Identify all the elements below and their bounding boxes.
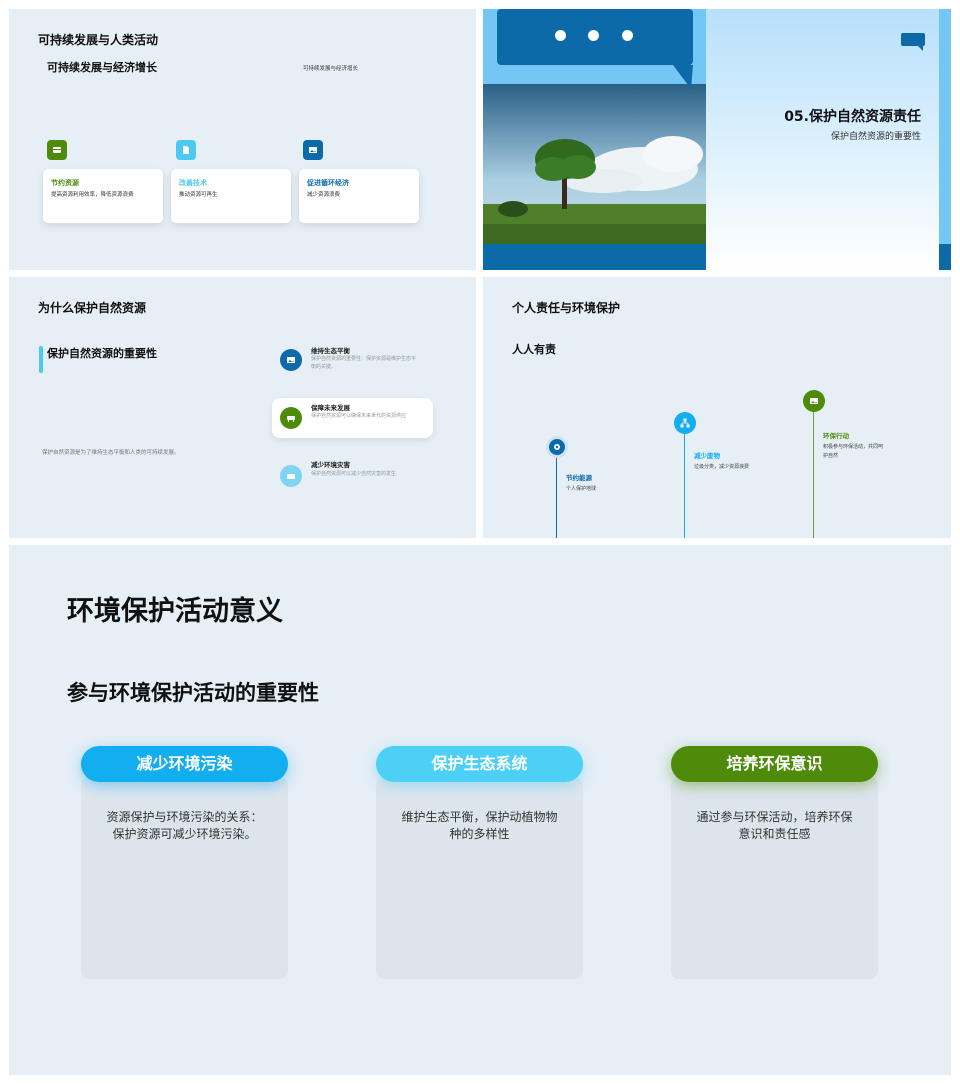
item-desc: 保护自然资源可以确保未来世代的资源供应 <box>311 413 407 419</box>
card-label: 改善技术 <box>179 179 207 187</box>
pill-eco-awareness[interactable]: 培养环保意识 <box>671 746 878 782</box>
timeline-heading: 环保行动 <box>823 432 849 440</box>
accent-bar <box>939 9 951 244</box>
item-desc: 保护自然资源可以减少自然灾害的发生 <box>311 471 397 477</box>
card-reduce-pollution[interactable] <box>81 777 288 979</box>
gear-icon <box>546 436 568 458</box>
timeline-heading: 节约能源 <box>566 474 592 482</box>
chat-bubble-icon <box>901 33 925 55</box>
item-heading: 保障未来发展 <box>311 404 350 412</box>
box-icon <box>47 140 67 160</box>
dot-icon <box>588 30 599 41</box>
card-label: 促进循环经济 <box>307 179 349 187</box>
slide-personal-responsibility[interactable]: 个人责任与环境保护 人人有责 节约能源 个人保护地球 减少废物 垃圾分类，减少资… <box>483 277 951 538</box>
slide-title: 个人责任与环境保护 <box>512 301 621 315</box>
card-desc: 提高资源利用效率，降低资源浪费 <box>51 192 134 198</box>
keyboard-icon <box>280 465 302 487</box>
slide-protect-resources-cover[interactable]: 05.保护自然资源责任 保护自然资源的重要性 <box>483 9 951 270</box>
image-icon <box>280 349 302 371</box>
timeline-desc: 积极参与环保活动，共同呵护自然 <box>823 444 884 459</box>
item-heading: 减少环境灾害 <box>311 461 350 469</box>
image-icon <box>303 140 323 160</box>
timeline-line <box>813 411 814 538</box>
slide-title: 可持续发展与人类活动 <box>38 33 159 47</box>
slide-subtitle: 参与环境保护活动的重要性 <box>67 681 319 705</box>
sofa-icon <box>280 407 302 429</box>
accent-bar-dark <box>939 244 951 270</box>
card-desc: 通过参与环保活动，培养环保意识和责任感 <box>696 810 853 841</box>
card-desc: 资源保护与环境污染的关系：保护资源可减少环境污染。 <box>106 810 263 841</box>
accent-bar <box>39 346 43 373</box>
slide-title: 环境保护活动意义 <box>67 596 283 627</box>
slide-environmental-activity-meaning[interactable]: 环境保护活动意义 参与环境保护活动的重要性 减少环境污染 资源保护与环境污染的关… <box>9 545 951 1075</box>
slide-sustainable-development[interactable]: 可持续发展与人类活动 可持续发展与经济增长 可持续发展与经济增长 节约资源 提高… <box>9 9 476 270</box>
pill-protect-ecosystem[interactable]: 保护生态系统 <box>376 746 583 782</box>
dot-icon <box>622 30 633 41</box>
summary-text: 保护自然资源是为了维持生态平衡和人类的可持续发展。 <box>42 450 180 456</box>
slide-note: 可持续发展与经济增长 <box>303 66 359 72</box>
slide-subtitle: 人人有责 <box>512 343 556 356</box>
slide-subtitle: 保护自然资源的重要性 <box>830 132 921 142</box>
card-label: 节约资源 <box>51 179 79 187</box>
card-save-resources[interactable]: 节约资源 提高资源利用效率，降低资源浪费 <box>43 169 163 223</box>
item-heading: 维持生态平衡 <box>311 347 350 355</box>
pill-reduce-pollution[interactable]: 减少环境污染 <box>81 746 288 782</box>
card-eco-awareness[interactable] <box>671 777 878 979</box>
timeline-desc: 垃圾分类，减少资源浪费 <box>694 464 750 470</box>
dot-icon <box>555 30 566 41</box>
slide-subtitle: 可持续发展与经济增长 <box>47 61 157 74</box>
item-desc: 保护自然资源的重要性：保护资源是维护生态平衡的关键。 <box>311 356 417 370</box>
timeline-line <box>684 433 685 538</box>
slide-title: 05.保护自然资源责任 <box>784 109 921 125</box>
card-improve-tech[interactable]: 改善技术 推动资源可再生 <box>171 169 291 223</box>
image-icon <box>803 390 825 412</box>
card-desc: 维护生态平衡，保护动植物物种的多样性 <box>401 810 558 841</box>
document-icon <box>176 140 196 160</box>
timeline-line <box>556 457 557 538</box>
timeline-desc: 个人保护地球 <box>566 486 597 492</box>
timeline-heading: 减少废物 <box>694 452 720 460</box>
slide-title: 为什么保护自然资源 <box>38 301 147 315</box>
hierarchy-icon <box>674 412 696 434</box>
card-desc: 推动资源可再生 <box>179 192 218 198</box>
landscape-photo <box>483 9 706 270</box>
card-protect-ecosystem[interactable] <box>376 777 583 979</box>
card-circular-economy[interactable]: 促进循环经济 减少资源浪费 <box>299 169 419 223</box>
slide-subtitle: 保护自然资源的重要性 <box>47 347 157 360</box>
card-desc: 减少资源浪费 <box>307 192 341 198</box>
slide-why-protect[interactable]: 为什么保护自然资源 保护自然资源的重要性 保护自然资源是为了维持生态平衡和人类的… <box>9 277 476 538</box>
